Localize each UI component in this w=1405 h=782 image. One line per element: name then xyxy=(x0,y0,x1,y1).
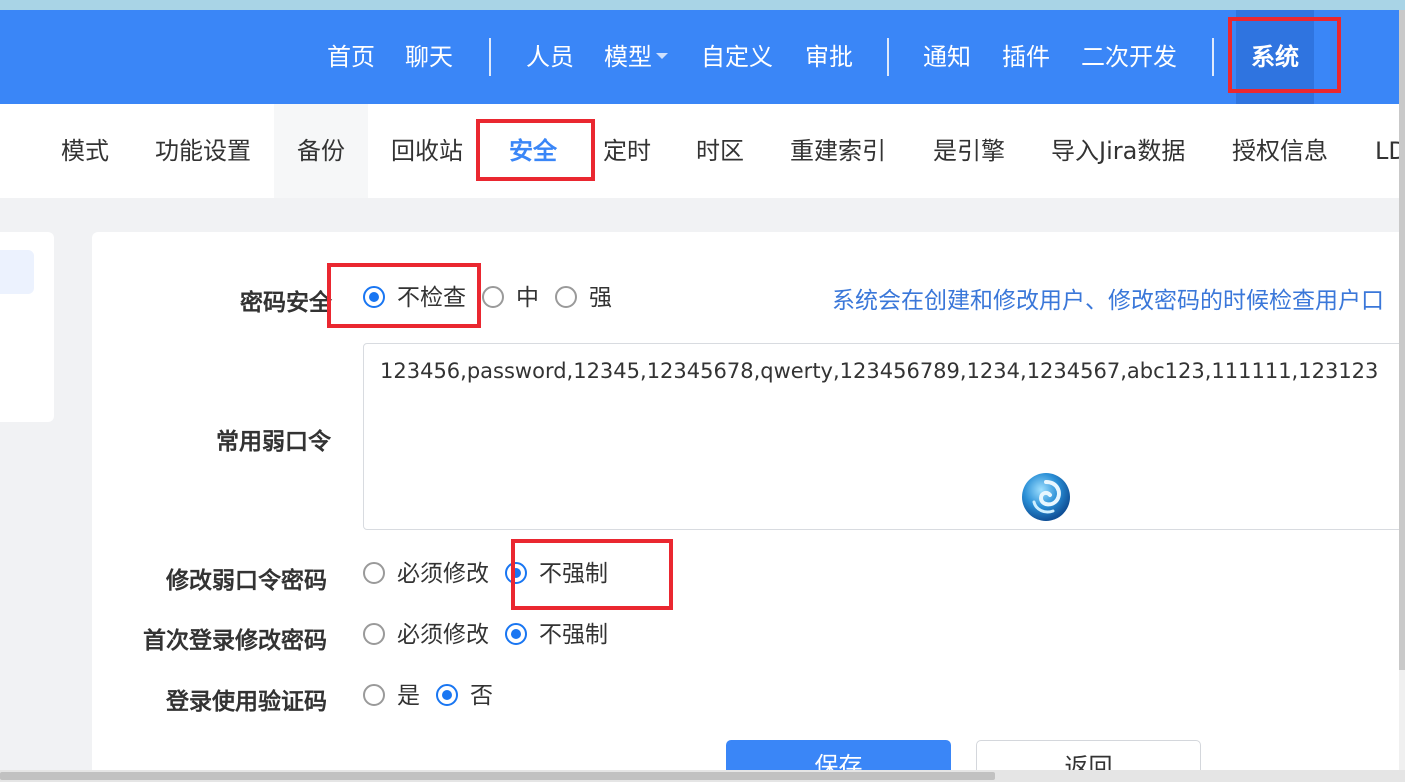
window-top-strip xyxy=(0,0,1405,10)
radio-circle xyxy=(363,623,385,645)
radio-not-forced[interactable]: 不强制 xyxy=(505,618,608,652)
password-security-hint: 系统会在创建和修改用户、修改密码的时候检查用户口 xyxy=(832,288,1384,314)
radio-label: 否 xyxy=(470,683,493,709)
sub-nav: 模式 功能设置 备份 回收站 安全 定时 时区 重建索引 是引擎 导入Jira数… xyxy=(0,104,1405,198)
nav-item-custom[interactable]: 自定义 xyxy=(701,10,773,104)
radio-circle xyxy=(363,562,385,584)
swirl-logo-icon[interactable] xyxy=(1021,472,1071,522)
tab-function-settings[interactable]: 功能设置 xyxy=(155,104,251,198)
nav-separator xyxy=(1212,38,1214,76)
weak-passwords-textarea[interactable]: 123456,password,12345,12345678,qwerty,12… xyxy=(363,343,1405,530)
radio-no[interactable]: 否 xyxy=(436,679,493,713)
radio-must-change[interactable]: 必须修改 xyxy=(363,557,489,591)
radio-must-change[interactable]: 必须修改 xyxy=(363,618,489,652)
nav-item-notify[interactable]: 通知 xyxy=(923,10,971,104)
nav-item-model-label: 模型 xyxy=(604,43,652,71)
radio-strong[interactable]: 强 xyxy=(555,281,612,315)
radio-label: 必须修改 xyxy=(397,561,489,587)
first-login-change-options: 必须修改 不强制 xyxy=(363,618,624,652)
password-security-label: 密码安全 xyxy=(240,290,332,316)
nav-item-people[interactable]: 人员 xyxy=(526,10,574,104)
nav-item-dev[interactable]: 二次开发 xyxy=(1081,10,1177,104)
highlight-box-not-forced xyxy=(511,539,673,610)
tab-import-jira[interactable]: 导入Jira数据 xyxy=(1051,104,1185,198)
radio-label: 必须修改 xyxy=(397,622,489,648)
tab-engine[interactable]: 是引擎 xyxy=(933,104,1005,198)
first-login-change-label: 首次登录修改密码 xyxy=(143,628,327,654)
radio-label: 不强制 xyxy=(539,622,608,648)
radio-medium[interactable]: 中 xyxy=(482,281,539,315)
radio-label: 强 xyxy=(589,285,612,311)
nav-item-approval[interactable]: 审批 xyxy=(805,10,853,104)
tab-scheduled[interactable]: 定时 xyxy=(603,104,651,198)
change-weak-password-label: 修改弱口令密码 xyxy=(166,568,327,594)
side-menu-selected-item[interactable] xyxy=(0,250,34,294)
tab-backup[interactable]: 备份 xyxy=(274,104,368,198)
nav-separator xyxy=(489,38,491,76)
radio-label: 中 xyxy=(516,285,539,311)
tab-rebuild-index[interactable]: 重建索引 xyxy=(790,104,886,198)
weak-passwords-label: 常用弱口令 xyxy=(216,429,331,455)
nav-item-chat[interactable]: 聊天 xyxy=(405,10,453,104)
nav-separator xyxy=(887,38,889,76)
horizontal-scrollbar-thumb[interactable] xyxy=(0,772,995,780)
horizontal-scrollbar[interactable] xyxy=(0,770,1405,782)
vertical-scrollbar-thumb[interactable] xyxy=(1399,10,1405,670)
vertical-scrollbar[interactable] xyxy=(1399,10,1405,770)
radio-yes[interactable]: 是 xyxy=(363,679,420,713)
tab-mode[interactable]: 模式 xyxy=(61,104,109,198)
radio-label: 是 xyxy=(397,683,420,709)
tab-license-info[interactable]: 授权信息 xyxy=(1232,104,1328,198)
highlight-box-system xyxy=(1228,17,1341,93)
nav-item-home[interactable]: 首页 xyxy=(327,10,375,104)
radio-circle xyxy=(555,286,577,308)
tab-recycle-bin[interactable]: 回收站 xyxy=(391,104,463,198)
highlight-box-no-check xyxy=(327,263,481,328)
tab-timezone[interactable]: 时区 xyxy=(696,104,744,198)
radio-circle xyxy=(436,684,458,706)
nav-item-plugins[interactable]: 插件 xyxy=(1002,10,1050,104)
login-captcha-options: 是否 xyxy=(363,679,509,713)
login-captcha-label: 登录使用验证码 xyxy=(166,689,327,715)
top-nav: 首页 聊天 人员 模型 自定义 审批 通知 插件 二次开发 系统 xyxy=(0,10,1405,104)
nav-item-model[interactable]: 模型 xyxy=(604,10,668,104)
radio-circle xyxy=(505,623,527,645)
radio-circle xyxy=(363,684,385,706)
highlight-box-security xyxy=(476,119,595,181)
chevron-down-icon xyxy=(656,53,668,59)
side-menu-card xyxy=(0,232,54,422)
radio-circle xyxy=(482,286,504,308)
